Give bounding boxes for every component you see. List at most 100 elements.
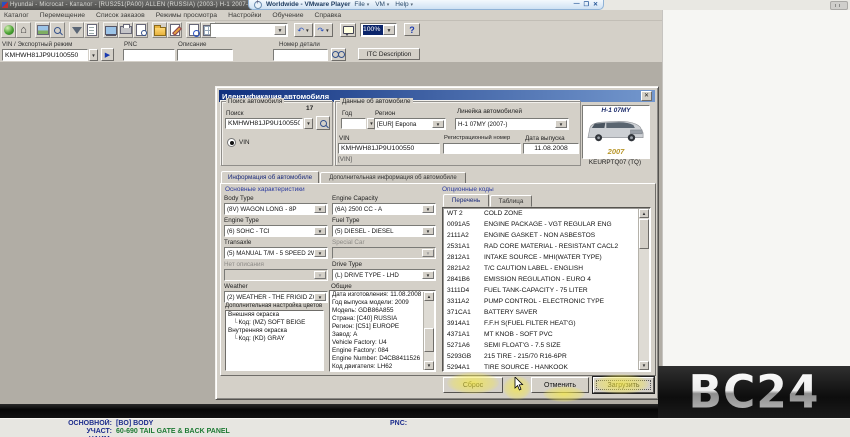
dialog-vin-input[interactable] <box>338 143 440 154</box>
body-type-select[interactable]: (8V) WAGON LONG - 8P <box>224 203 328 215</box>
chevron-down-icon[interactable] <box>383 25 395 35</box>
engine-capacity-select[interactable]: (6A) 2500 CC - A <box>332 203 436 215</box>
part-number-input[interactable] <box>273 49 328 61</box>
scrollbar-thumb[interactable] <box>424 328 434 352</box>
zoom-combobox[interactable]: 100% <box>360 23 397 37</box>
undo-button[interactable]: ↶▼ <box>294 23 313 37</box>
option-row[interactable]: 2812A1 INTAKE SOURCE - MHI(WATER TYPE) <box>443 252 638 263</box>
scroll-down-icon[interactable] <box>424 361 434 370</box>
vin-radio[interactable]: VIN <box>227 138 250 147</box>
monitor-icon[interactable] <box>103 22 118 38</box>
option-row[interactable]: 4371A1 MT KNOB - SOFT PVC <box>443 329 638 340</box>
folder-icon[interactable] <box>152 22 167 38</box>
general-info-item[interactable]: Engine Factory: 084 <box>330 347 425 355</box>
general-info-item[interactable]: Дата изготовления: 11.08.2008 <box>330 291 425 299</box>
tree-item[interactable]: Внешняя окраска <box>226 311 323 319</box>
general-info-item[interactable]: Страна: [C40] RUSSIA <box>330 315 425 323</box>
dropdown-arrow-icon[interactable] <box>432 120 444 128</box>
menu-item[interactable]: Каталог <box>4 12 29 19</box>
engine-type-select[interactable]: (6) SOHC - TCI <box>224 225 328 237</box>
menu-item[interactable]: Список заказов <box>96 12 145 19</box>
menu-item[interactable]: Настройки <box>228 12 261 19</box>
vin-input[interactable] <box>2 49 88 61</box>
dropdown-arrow-icon[interactable] <box>422 249 434 257</box>
pnc-input[interactable] <box>123 49 175 61</box>
close-button[interactable]: ✕ <box>593 1 598 8</box>
minimize-button[interactable]: — <box>574 1 580 8</box>
year-input[interactable] <box>341 118 366 129</box>
tree-item[interactable]: Внутренняя окраска <box>226 327 323 335</box>
comment-button[interactable] <box>340 23 356 37</box>
restore-button[interactable]: ❐ <box>584 1 589 8</box>
vmware-menu-item[interactable]: VM ▾ <box>375 1 389 8</box>
fuel-type-select[interactable]: (5) DIESEL - DIESEL <box>332 225 436 237</box>
option-row[interactable]: WT 2 COLD ZONE <box>443 208 638 219</box>
option-row[interactable]: 3914A1 F.F.H S(FUEL FILTER HEAT'G) <box>443 318 638 329</box>
dialog-close-button[interactable]: ✕ <box>641 91 652 101</box>
filter-icon[interactable] <box>69 22 84 38</box>
general-info-item[interactable]: Vehicle Factory: U4 <box>330 339 425 347</box>
registration-number-input[interactable] <box>443 143 521 154</box>
release-date-input[interactable] <box>523 143 579 154</box>
dialog-search-input[interactable] <box>225 118 303 129</box>
redo-button[interactable]: ↷▼ <box>314 23 333 37</box>
dropdown-arrow-icon[interactable] <box>314 227 326 235</box>
search-dropdown-button[interactable]: ▼ <box>304 118 313 129</box>
scroll-up-icon[interactable] <box>424 292 434 301</box>
menu-item[interactable]: Перемещение <box>40 12 85 19</box>
option-row[interactable]: 2841B6 EMISSION REGULATION - EURO 4 <box>443 274 638 285</box>
option-row[interactable]: 371CA1 BATTERY SAVER <box>443 307 638 318</box>
pin-icon[interactable] <box>254 1 262 9</box>
scrollbar-thumb[interactable] <box>639 219 649 249</box>
find-part-button[interactable] <box>331 48 346 61</box>
vin-dropdown-button[interactable]: ▼ <box>89 49 98 61</box>
transaxle-select[interactable]: (5) MANUAL T/M - 5 SPEED 2WD <box>224 247 328 259</box>
edit-document-icon[interactable] <box>167 22 182 38</box>
option-row[interactable]: 3111D4 FUEL TANK-CAPACITY - 75 LITER <box>443 285 638 296</box>
option-codes-list[interactable]: WT 2 COLD ZONE 0091A5 ENGINE PACKAGE - V… <box>442 207 651 372</box>
no-description-select[interactable] <box>224 269 328 281</box>
dropdown-arrow-icon[interactable] <box>422 205 434 213</box>
general-info-item[interactable]: Engine Number: D4CB8411526 <box>330 355 425 363</box>
option-row[interactable]: 5271A6 SEMI FLOAT'G - 7.5 SIZE <box>443 340 638 351</box>
general-info-item[interactable]: Завод: A <box>330 331 425 339</box>
tree-item[interactable]: Код: (KD) GRAY <box>226 335 323 343</box>
tree-item[interactable]: Код: (MZ) SOFT BEIGE <box>226 319 323 327</box>
printer-icon[interactable] <box>118 22 133 38</box>
scroll-down-icon[interactable] <box>639 361 649 370</box>
dropdown-arrow-icon[interactable] <box>314 205 326 213</box>
vehicle-search-icon[interactable] <box>1 22 16 38</box>
menu-item[interactable]: Справка <box>314 12 341 19</box>
tab-option-table[interactable]: Таблица <box>490 195 532 207</box>
special-car-select[interactable] <box>332 247 436 259</box>
dropdown-arrow-icon[interactable] <box>422 271 434 279</box>
option-row[interactable]: 5294A1 TIRE SOURCE - HANKOOK <box>443 362 638 372</box>
general-info-item[interactable]: Регион: [C51] EUROPE <box>330 323 425 331</box>
cancel-button[interactable]: Отменить <box>531 377 589 393</box>
vmware-menu-item[interactable]: Help ▾ <box>395 1 413 8</box>
search-button[interactable] <box>316 116 330 130</box>
general-info-list[interactable]: Дата изготовления: 11.08.2008 Год выпуск… <box>329 290 436 372</box>
option-row[interactable]: 2111A2 ENGINE GASKET - NON ASBESTOS <box>443 230 638 241</box>
menu-item[interactable]: Обучение <box>272 12 303 19</box>
menu-item[interactable]: Режимы просмотра <box>156 12 217 19</box>
option-row[interactable]: 0091A5 ENGINE PACKAGE - VGT REGULAR ENG <box>443 219 638 230</box>
color-settings-list[interactable]: Внешняя окраска Код: (MZ) SOFT BEIGE Вну… <box>225 310 324 371</box>
document-search-icon[interactable] <box>186 22 201 38</box>
magnifier-icon[interactable] <box>50 22 65 38</box>
print-preview-icon[interactable] <box>133 22 148 38</box>
option-row[interactable]: 5293GB 215 TIRE - 215/70 R16-6PR <box>443 351 638 362</box>
reset-button[interactable]: Сброс <box>443 377 503 393</box>
scroll-up-icon[interactable] <box>639 209 649 218</box>
region-select[interactable]: [EUR] Европа <box>374 118 446 130</box>
vehicle-line-select[interactable]: H-1 07MY (2007-) <box>455 118 569 130</box>
scrollbar[interactable] <box>638 209 649 370</box>
load-button[interactable]: Загрузить <box>593 377 654 393</box>
option-row[interactable]: 2821A2 T/C CAUTION LABEL - ENGLISH <box>443 263 638 274</box>
help-button[interactable]: ? <box>404 23 420 36</box>
home-icon[interactable]: ⌂ <box>16 22 31 38</box>
drive-type-select[interactable]: (L) DRIVE TYPE - LHD <box>332 269 436 281</box>
go-button[interactable]: ▶ <box>101 48 114 61</box>
general-info-item[interactable]: Код двигателя: LH62 <box>330 363 425 371</box>
text-page-icon[interactable] <box>84 22 99 38</box>
